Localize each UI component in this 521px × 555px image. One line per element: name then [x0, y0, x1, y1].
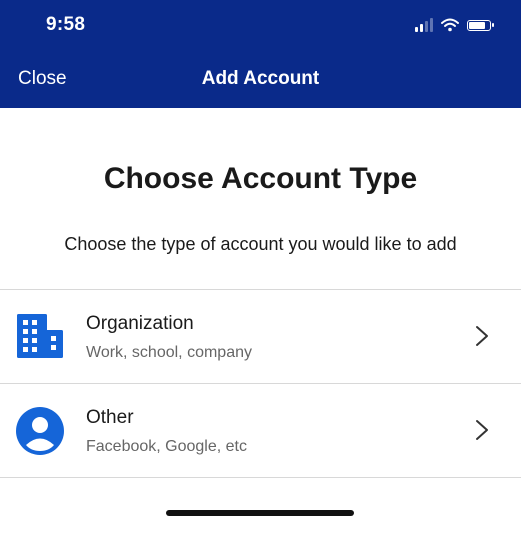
option-subtitle: Work, school, company	[86, 344, 252, 361]
option-organization[interactable]: Organization Work, school, company	[0, 290, 521, 382]
header-bar: 9:58 Close Add Account	[0, 0, 521, 108]
page-title: Choose Account Type	[103, 162, 418, 195]
battery-icon	[467, 19, 494, 31]
option-title: Other	[86, 407, 134, 428]
nav-title: Add Account	[201, 68, 320, 89]
page-subtitle: Choose the type of account you would lik…	[64, 234, 457, 254]
home-indicator[interactable]	[166, 510, 354, 516]
person-icon	[16, 407, 64, 455]
divider	[0, 477, 521, 478]
status-time: 9:58	[46, 14, 86, 35]
cellular-signal-icon	[415, 18, 433, 32]
chevron-right-icon	[476, 420, 488, 440]
option-other[interactable]: Other Facebook, Google, etc	[0, 384, 521, 476]
option-subtitle: Facebook, Google, etc	[86, 438, 247, 455]
option-title: Organization	[86, 313, 194, 334]
building-icon	[17, 314, 63, 358]
chevron-right-icon	[476, 326, 488, 346]
wifi-icon	[441, 18, 459, 32]
status-icons	[415, 16, 494, 34]
